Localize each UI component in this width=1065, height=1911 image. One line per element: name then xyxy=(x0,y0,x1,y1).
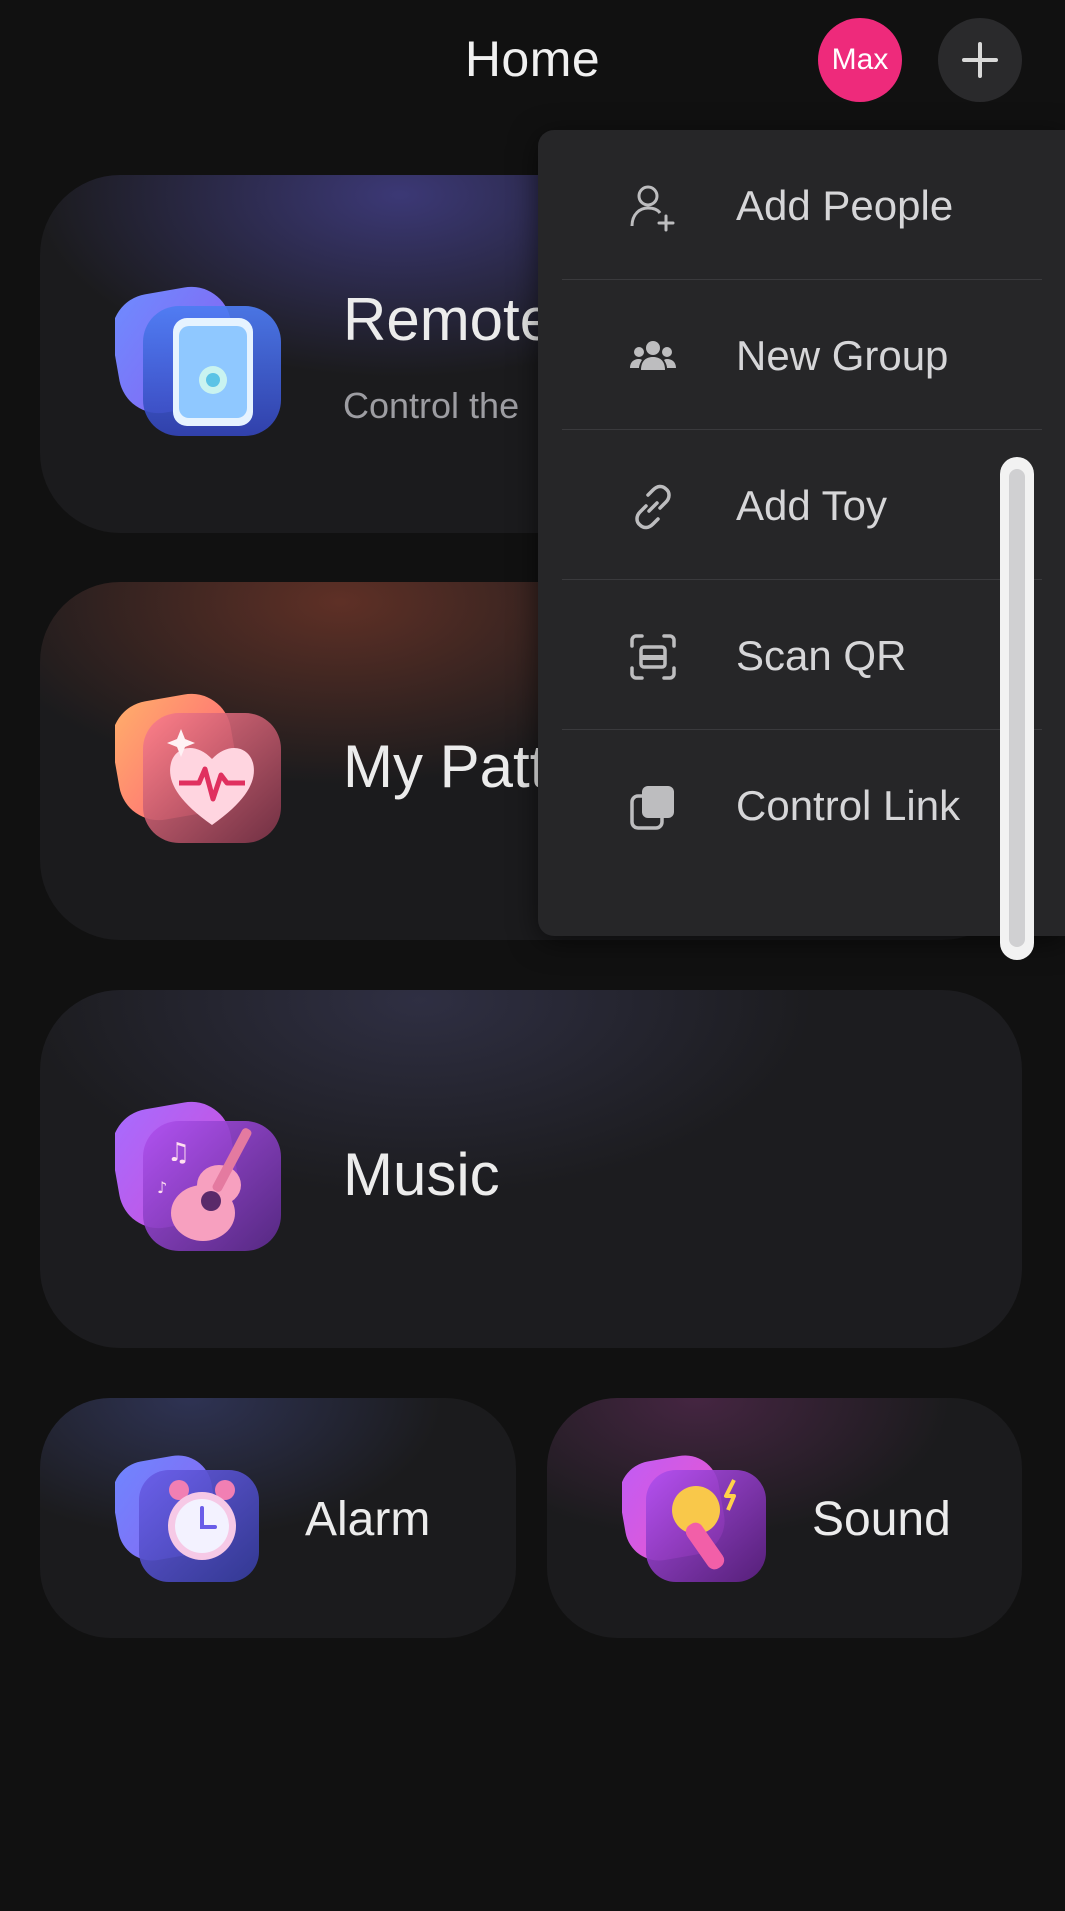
guitar-icon: ♫ ♪ xyxy=(111,1095,285,1255)
page-title: Home xyxy=(464,31,601,87)
alarm-clock-icon xyxy=(112,1450,265,1585)
avatar[interactable]: Max xyxy=(818,18,902,102)
alarm-title: Alarm xyxy=(305,1493,431,1546)
menu-item-control-link[interactable]: Control Link xyxy=(562,730,1042,880)
menu-item-add-toy[interactable]: Add Toy xyxy=(562,430,1042,580)
menu-item-label: Control Link xyxy=(736,782,961,829)
group-icon xyxy=(630,341,676,370)
menu-item-new-group[interactable]: New Group xyxy=(562,280,1042,430)
menu-item-add-people[interactable]: Add People xyxy=(562,130,1042,280)
add-button[interactable] xyxy=(938,18,1022,102)
alarm-card[interactable]: Alarm xyxy=(40,1398,516,1638)
music-title: Music xyxy=(343,1141,500,1208)
remote-title: Remote xyxy=(343,286,554,353)
heart-pulse-icon xyxy=(111,687,285,847)
phone-icon xyxy=(111,280,285,440)
add-menu: Add People New Group Add Toy Scan QR Con… xyxy=(538,130,1065,936)
menu-item-label: Scan QR xyxy=(736,632,907,679)
my-patterns-title: My Patt xyxy=(343,733,547,800)
menu-item-label: New Group xyxy=(736,332,949,379)
menu-item-label: Add Toy xyxy=(736,482,887,529)
scrollbar-thumb[interactable] xyxy=(1009,469,1025,947)
remote-subtitle: Control the xyxy=(343,385,520,426)
menu-item-label: Add People xyxy=(736,182,954,229)
add-person-icon xyxy=(630,185,675,232)
svg-text:♪: ♪ xyxy=(157,1178,167,1197)
copy-link-icon xyxy=(630,786,674,830)
menu-item-scan-qr[interactable]: Scan QR xyxy=(562,580,1042,730)
scrollbar[interactable] xyxy=(1000,457,1034,960)
svg-text:♫: ♫ xyxy=(167,1138,190,1168)
plus-icon xyxy=(962,42,998,78)
sound-title: Sound xyxy=(812,1493,951,1546)
sound-card[interactable]: Sound xyxy=(547,1398,1022,1638)
music-card[interactable]: ♫ ♪ Music xyxy=(40,990,1022,1348)
link-icon xyxy=(635,484,671,530)
scan-qr-icon xyxy=(630,634,676,680)
microphone-icon xyxy=(619,1450,772,1585)
